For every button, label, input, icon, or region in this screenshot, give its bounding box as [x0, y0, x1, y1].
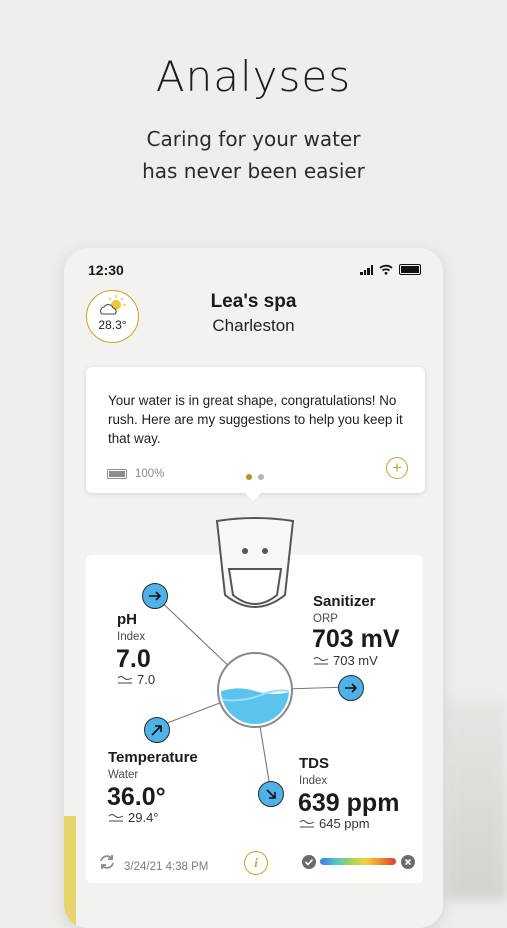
hero-subtitle: Caring for your water has never been eas… — [0, 123, 507, 187]
sanitizer-arrow-button[interactable] — [338, 675, 364, 701]
wifi-icon — [379, 264, 393, 275]
analyzer-device-icon — [215, 517, 295, 617]
pager-dot-active[interactable] — [246, 474, 252, 480]
refresh-icon[interactable] — [98, 853, 116, 871]
battery-icon — [107, 469, 127, 479]
ph-subtitle: Index — [117, 631, 146, 643]
temperature-subtitle: Water — [108, 769, 139, 781]
temperature-title: Temperature — [108, 749, 198, 766]
ph-title: pH — [117, 611, 137, 628]
ideal-range-icon — [299, 819, 315, 827]
ideal-range-icon — [108, 813, 124, 821]
phone-frame: 12:30 28.3° Lea's spa Charleston Your wa… — [64, 248, 443, 928]
battery-icon — [399, 264, 421, 275]
info-button[interactable]: i — [244, 851, 268, 875]
water-quality-scale — [320, 858, 396, 865]
analysis-card: pH Index 7.0 7.0 Sanitizer ORP 703 mV 70… — [86, 517, 423, 883]
temperature-ideal-value: 29.4° — [128, 810, 159, 825]
sanitizer-value: 703 mV — [312, 625, 400, 653]
tds-value: 639 ppm — [298, 789, 400, 817]
ideal-range-icon — [117, 675, 133, 683]
status-time: 12:30 — [88, 262, 124, 278]
spa-location: Charleston — [212, 316, 295, 335]
device-battery: 100% — [107, 468, 164, 480]
signal-icon — [360, 264, 373, 275]
temperature-value: 36.0° — [107, 783, 166, 811]
check-icon — [302, 855, 316, 869]
analysis-date: 3/24/21 4:38 PM — [124, 861, 209, 873]
ph-ideal: 7.0 — [117, 672, 155, 687]
pager-dots[interactable] — [246, 474, 264, 480]
message-card[interactable]: Your water is in great shape, congratula… — [86, 367, 425, 493]
sanitizer-title: Sanitizer — [313, 593, 376, 610]
add-button[interactable]: + — [386, 457, 408, 479]
ph-ideal-value: 7.0 — [137, 672, 156, 687]
status-icons — [360, 264, 421, 275]
sanitizer-ideal-value: 703 mV — [333, 653, 378, 668]
tds-arrow-button[interactable] — [258, 781, 284, 807]
spa-name: Lea's spa — [210, 291, 297, 312]
sanitizer-ideal: 703 mV — [313, 653, 378, 668]
hero-subtitle-line-1: Caring for your water — [146, 127, 361, 151]
temperature-arrow-button[interactable] — [144, 717, 170, 743]
ideal-range-icon — [313, 656, 329, 664]
ph-arrow-button[interactable] — [142, 583, 168, 609]
pager-dot[interactable] — [258, 474, 264, 480]
hero-subtitle-line-2: has never been easier — [142, 159, 365, 183]
tds-ideal: 645 ppm — [299, 816, 370, 831]
sanitizer-subtitle: ORP — [313, 613, 338, 625]
water-gauge — [216, 651, 294, 729]
background-blur — [447, 700, 507, 900]
close-icon — [401, 855, 415, 869]
tds-ideal-value: 645 ppm — [319, 816, 370, 831]
tds-subtitle: Index — [299, 775, 328, 787]
message-text: Your water is in great shape, congratula… — [108, 393, 403, 446]
device-battery-label: 100% — [135, 468, 165, 480]
tds-title: TDS — [299, 755, 329, 772]
ph-value: 7.0 — [116, 645, 151, 673]
temperature-ideal: 29.4° — [108, 810, 159, 825]
accent-edge — [64, 816, 76, 928]
message-card-pointer — [244, 492, 262, 501]
hero-title: Analyses — [155, 52, 352, 101]
